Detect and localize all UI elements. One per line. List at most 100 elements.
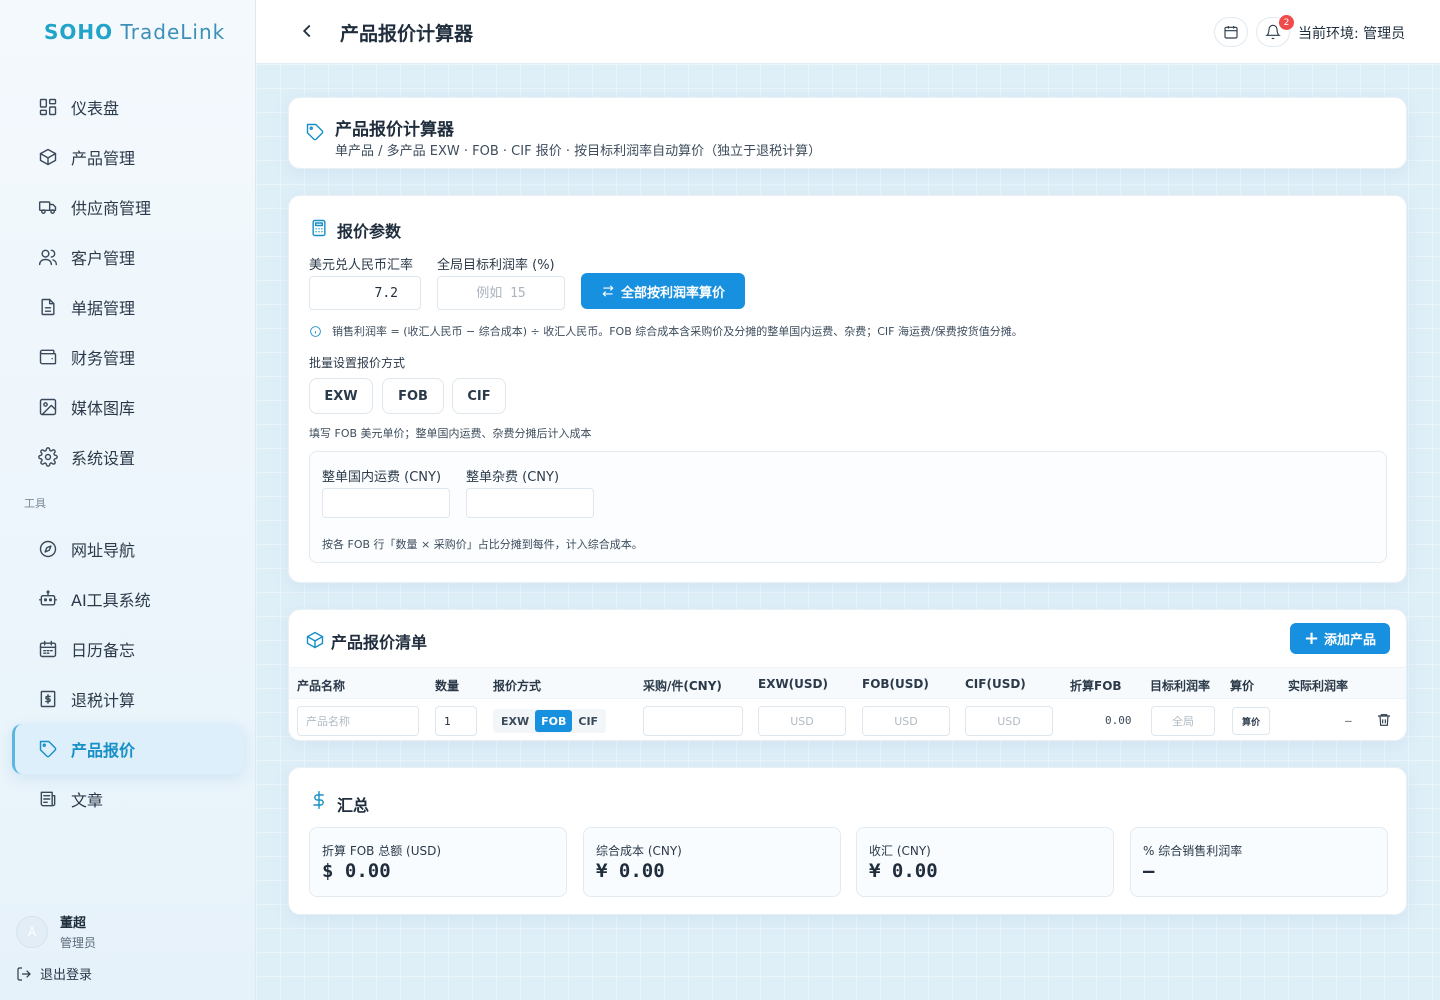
summary-value: ¥ 0.00 <box>869 860 938 882</box>
truck-icon <box>38 197 58 217</box>
sidebar-item-customers[interactable]: 客户管理 <box>12 232 244 282</box>
logout-icon <box>17 966 31 981</box>
sidebar-item-ai-tools[interactable]: AI工具系统 <box>12 574 244 624</box>
sidebar-nav: 仪表盘 产品管理 供应商管理 客户管理 单据管理 财务管理 媒体图库 系统设置 <box>12 82 244 824</box>
brand-logo[interactable]: SOHO TradeLink <box>44 20 225 44</box>
info-icon <box>310 325 321 337</box>
sidebar-item-bookmarks[interactable]: 网址导航 <box>12 524 244 574</box>
sidebar-item-dashboard[interactable]: 仪表盘 <box>12 82 244 132</box>
mode-hint: 填写 FOB 美元单价；整单国内运费、杂费分摊后计入成本 <box>309 427 592 440</box>
summary-card: 汇总 折算 FOB 总额 (USD) $ 0.00 综合成本 (CNY) ¥ 0… <box>288 767 1407 915</box>
converted-fob-value: 0.00 <box>1105 714 1132 727</box>
page-title: 产品报价计算器 <box>340 23 474 45</box>
wallet-icon <box>38 347 58 367</box>
product-quote-list-card: 产品报价清单 + 添加产品 产品名称 数量 报价方式 采购/件(CNY) EXW… <box>288 609 1407 741</box>
target-margin-input[interactable] <box>437 276 565 310</box>
col-product-name: 产品名称 <box>297 679 346 693</box>
sidebar-item-label: 供应商管理 <box>71 199 152 218</box>
box-icon <box>305 630 325 654</box>
sidebar-item-suppliers[interactable]: 供应商管理 <box>12 182 244 232</box>
dashboard-icon <box>38 97 58 117</box>
row-mode-exw[interactable]: EXW <box>495 710 535 732</box>
sidebar-item-label: 客户管理 <box>71 249 136 268</box>
exchange-rate-input[interactable] <box>309 276 421 310</box>
sidebar: SOHO TradeLink 仪表盘 产品管理 供应商管理 客户管理 单据管理 … <box>0 0 256 1000</box>
top-header: 产品报价计算器 2 当前环境: 管理员 <box>256 0 1440 64</box>
avatar: A <box>16 915 48 948</box>
fob-usd-input[interactable] <box>862 706 950 736</box>
summary-profit-margin: % 综合销售利润率 — <box>1130 827 1388 897</box>
swap-icon <box>602 285 614 297</box>
sidebar-item-label: 产品管理 <box>71 149 136 168</box>
sidebar-item-label: 媒体图库 <box>71 399 136 418</box>
summary-label: % 综合销售利润率 <box>1143 844 1243 858</box>
col-actual-margin: 实际利润率 <box>1288 679 1349 693</box>
params-title: 报价参数 <box>337 222 402 241</box>
delete-row-button[interactable] <box>1376 712 1392 728</box>
sidebar-item-calendar[interactable]: 日历备忘 <box>12 624 244 674</box>
sidebar-item-label: 仪表盘 <box>71 99 120 118</box>
col-quote-mode: 报价方式 <box>493 679 542 693</box>
col-exw: EXW(USD) <box>758 677 829 691</box>
document-icon <box>38 297 58 317</box>
receipt-icon <box>38 689 58 709</box>
image-icon <box>38 397 58 417</box>
summary-label: 折算 FOB 总额 (USD) <box>322 844 442 858</box>
sidebar-item-label: 单据管理 <box>71 299 136 318</box>
calendar-button[interactable] <box>1214 17 1248 47</box>
brand-part2: TradeLink <box>120 20 226 44</box>
col-cif: CIF(USD) <box>965 677 1026 691</box>
user-profile[interactable]: A 董超 管理员 <box>16 912 96 951</box>
compass-icon <box>38 539 58 559</box>
row-mode-fob[interactable]: FOB <box>535 710 573 732</box>
summary-label: 收汇 (CNY) <box>869 844 931 858</box>
sidebar-item-products[interactable]: 产品管理 <box>12 132 244 182</box>
summary-fob-total: 折算 FOB 总额 (USD) $ 0.00 <box>309 827 567 897</box>
sidebar-item-label: 退税计算 <box>71 691 136 710</box>
sidebar-item-documents[interactable]: 单据管理 <box>12 282 244 332</box>
cif-usd-input[interactable] <box>965 706 1053 736</box>
batch-mode-fob[interactable]: FOB <box>382 378 444 414</box>
back-button[interactable] <box>296 20 318 42</box>
sidebar-item-tax-refund[interactable]: 退税计算 <box>12 674 244 724</box>
product-name-input[interactable] <box>297 706 419 736</box>
sidebar-item-quote[interactable]: 产品报价 <box>12 724 244 774</box>
misc-fee-input[interactable] <box>466 488 594 518</box>
row-target-margin-input[interactable] <box>1151 706 1215 736</box>
target-margin-label: 全局目标利润率 (%) <box>437 258 555 273</box>
calc-all-by-margin-button[interactable]: 全部按利润率算价 <box>581 273 745 309</box>
summary-label: 综合成本 (CNY) <box>596 844 682 858</box>
sidebar-item-settings[interactable]: 系统设置 <box>12 432 244 482</box>
sidebar-item-finance[interactable]: 财务管理 <box>12 332 244 382</box>
row-mode-cif[interactable]: CIF <box>572 710 604 732</box>
add-product-button[interactable]: + 添加产品 <box>1290 623 1390 654</box>
notification-button[interactable]: 2 <box>1256 15 1294 47</box>
batch-mode-cif[interactable]: CIF <box>452 378 506 414</box>
sidebar-item-label: 网址导航 <box>71 541 136 560</box>
calendar-icon <box>38 639 58 659</box>
user-name: 董超 <box>60 916 87 931</box>
bell-icon <box>1265 24 1281 40</box>
col-fob: FOB(USD) <box>862 677 929 691</box>
summary-total-cost: 综合成本 (CNY) ¥ 0.00 <box>583 827 841 897</box>
dollar-icon <box>309 790 329 814</box>
table-header: 产品名称 数量 报价方式 采购/件(CNY) EXW(USD) FOB(USD)… <box>289 667 1406 699</box>
batch-mode-exw[interactable]: EXW <box>309 378 373 414</box>
logout-button[interactable]: 退出登录 <box>16 964 92 983</box>
domestic-freight-input[interactable] <box>322 488 450 518</box>
sidebar-item-media[interactable]: 媒体图库 <box>12 382 244 432</box>
qty-input[interactable] <box>435 706 477 736</box>
col-purchase-price: 采购/件(CNY) <box>643 679 722 693</box>
row-calc-button[interactable]: 算价 <box>1232 707 1270 735</box>
intro-subtitle: 单产品 / 多产品 EXW · FOB · CIF 报价 · 按目标利润率自动算… <box>335 144 822 159</box>
sidebar-item-articles[interactable]: 文章 <box>12 774 244 824</box>
margin-formula-hint: 销售利润率 = (收汇人民币 − 综合成本) ÷ 收汇人民币。FOB 综合成本含… <box>309 323 1023 339</box>
chevron-left-icon <box>302 24 311 38</box>
purchase-price-input[interactable] <box>643 706 743 736</box>
misc-fee-label: 整单杂费 (CNY) <box>466 470 560 485</box>
summary-value: — <box>1143 860 1155 882</box>
calendar-icon <box>1224 26 1238 39</box>
plus-icon: + <box>1303 627 1320 649</box>
exw-usd-input[interactable] <box>758 706 846 736</box>
environment-label: 当前环境: 管理员 <box>1298 26 1406 42</box>
